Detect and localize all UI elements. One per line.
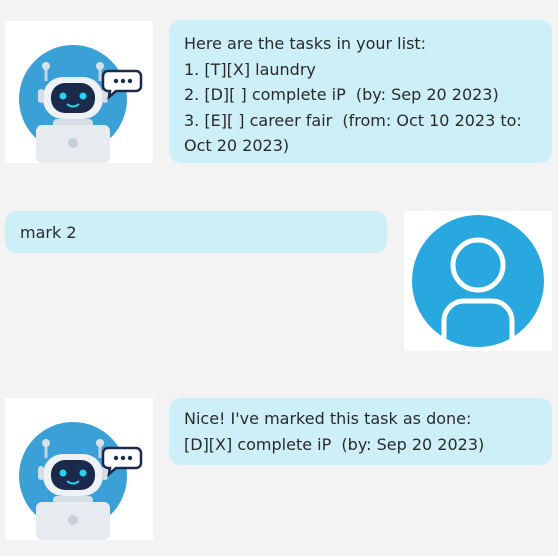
bot-message-bubble: Nice! I've marked this task as done: [D]… xyxy=(169,398,552,465)
message-line: 2. [D][ ] complete iP (by: Sep 20 2023) xyxy=(184,85,499,104)
bot-message-bubble: Here are the tasks in your list: 1. [T][… xyxy=(169,20,552,163)
robot-avatar-icon xyxy=(5,398,153,540)
user-message-bubble: mark 2 xyxy=(5,211,387,253)
message-line: Nice! I've marked this task as done: xyxy=(184,409,472,428)
message-line: 1. [T][X] laundry xyxy=(184,59,316,79)
bot-avatar xyxy=(5,21,153,163)
message-line: Oct 20 2023) xyxy=(184,136,290,155)
message-line: [D][X] complete iP (by: Sep 20 2023) xyxy=(184,434,485,454)
user-avatar-icon xyxy=(412,215,544,347)
user-avatar xyxy=(404,211,552,351)
message-line: 3. [E][ ] career fair (from: Oct 10 2023… xyxy=(184,110,522,130)
chat-window: Here are the tasks in your list: 1. [T][… xyxy=(0,0,558,556)
bot-avatar xyxy=(5,398,153,540)
message-line: Here are the tasks in your list: xyxy=(184,34,427,53)
robot-avatar-icon xyxy=(5,21,153,163)
message-line: mark 2 xyxy=(20,223,77,242)
